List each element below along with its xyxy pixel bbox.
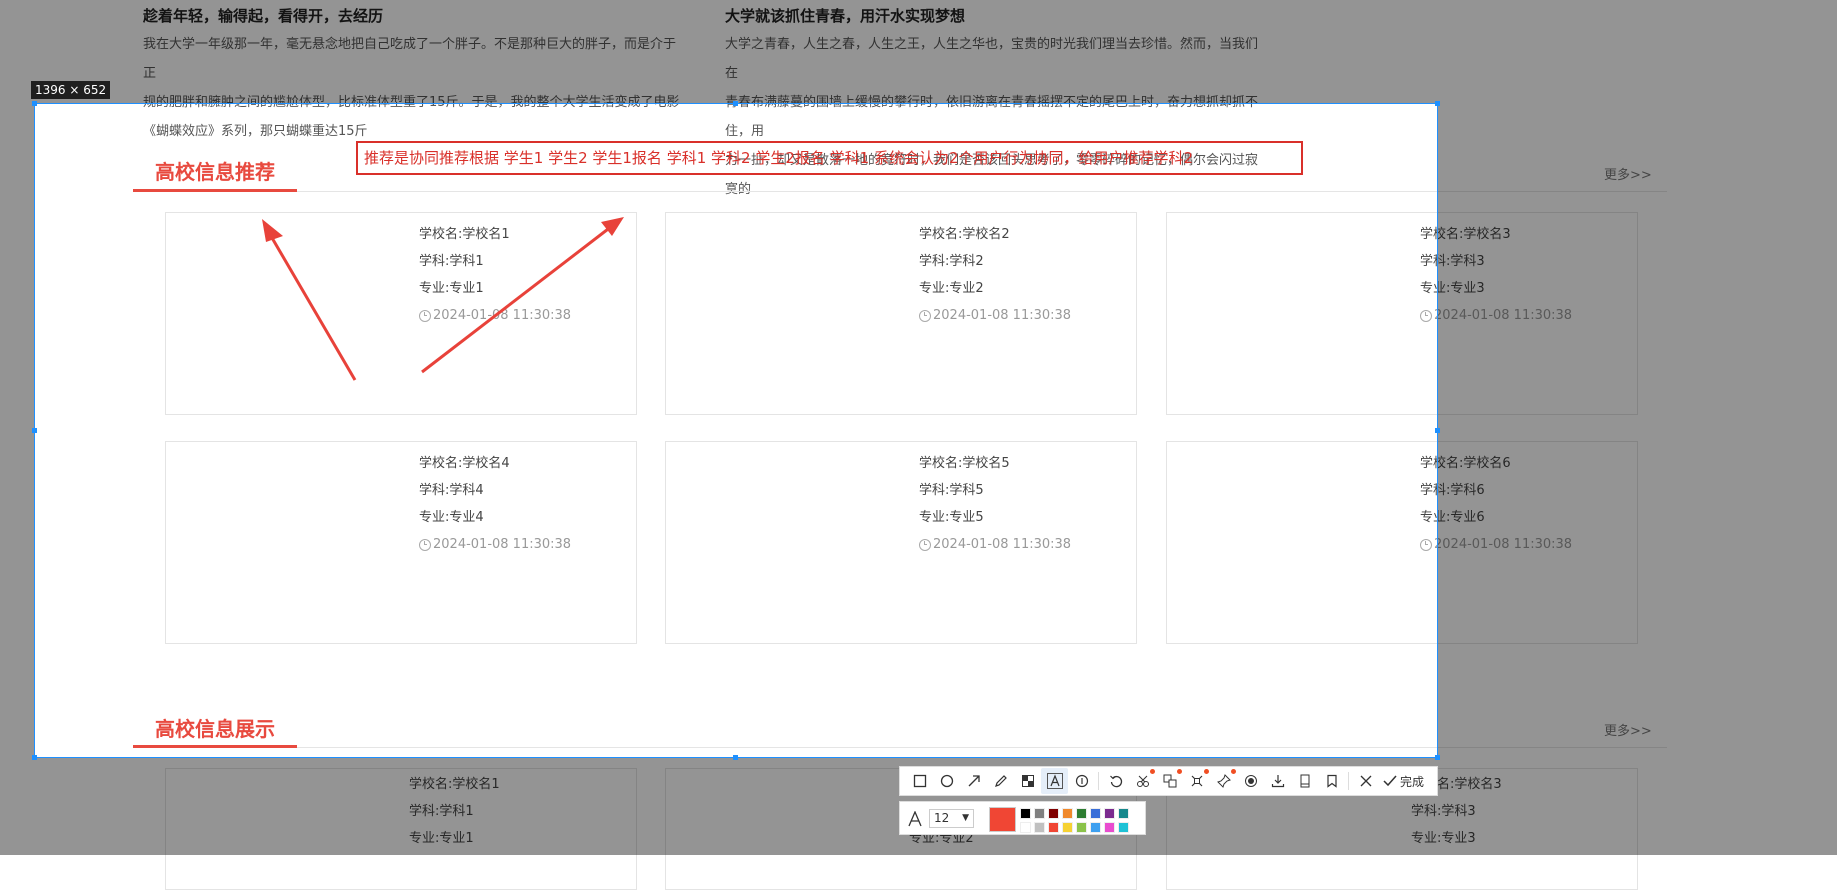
long-screenshot-icon[interactable] xyxy=(1291,768,1318,794)
color-swatch[interactable] xyxy=(1062,822,1073,833)
done-label: 完成 xyxy=(1400,774,1425,789)
arrow-annotation-2[interactable] xyxy=(421,217,624,374)
color-swatch[interactable] xyxy=(1104,808,1115,819)
translate-icon[interactable] xyxy=(1156,768,1183,794)
bookmark-icon[interactable] xyxy=(1318,768,1345,794)
rectangle-icon[interactable] xyxy=(906,768,933,794)
color-swatch[interactable] xyxy=(1090,808,1101,819)
color-swatch[interactable] xyxy=(1034,808,1045,819)
download-icon[interactable] xyxy=(1264,768,1291,794)
arrow-annotation-1[interactable] xyxy=(262,219,357,381)
number-marker-icon[interactable] xyxy=(1068,768,1095,794)
arrow-annotations xyxy=(262,217,624,381)
text-icon[interactable] xyxy=(1041,768,1068,794)
color-swatch[interactable] xyxy=(1034,822,1045,833)
font-size-select[interactable]: 12 ▼ xyxy=(929,809,974,828)
color-swatch[interactable] xyxy=(1118,822,1129,833)
color-swatch[interactable] xyxy=(1090,822,1101,833)
record-icon[interactable] xyxy=(1237,768,1264,794)
mosaic-icon[interactable] xyxy=(1014,768,1041,794)
chevron-down-icon: ▼ xyxy=(962,813,969,823)
color-swatch[interactable] xyxy=(1020,808,1031,819)
ocr-icon[interactable] xyxy=(1129,768,1156,794)
pencil-icon[interactable] xyxy=(987,768,1014,794)
style-palette: 12 ▼ xyxy=(899,801,1146,835)
color-swatch[interactable] xyxy=(1020,822,1031,833)
color-swatch[interactable] xyxy=(1062,808,1073,819)
color-swatch[interactable] xyxy=(1076,808,1087,819)
circle-icon[interactable] xyxy=(933,768,960,794)
toolbar-separator xyxy=(1348,772,1349,790)
undo-icon[interactable] xyxy=(1102,768,1129,794)
toolbar-separator xyxy=(1098,772,1099,790)
close-icon[interactable] xyxy=(1352,768,1379,794)
font-size-value: 12 xyxy=(934,811,950,825)
color-swatch[interactable] xyxy=(1104,822,1115,833)
color-swatch[interactable] xyxy=(1118,808,1129,819)
color-swatch[interactable] xyxy=(1076,822,1087,833)
check-icon xyxy=(1383,775,1397,787)
arrow-icon[interactable] xyxy=(960,768,987,794)
scissors-icon[interactable] xyxy=(1183,768,1210,794)
screenshot-toolbar: 完成 xyxy=(899,766,1438,796)
current-color-swatch[interactable] xyxy=(989,807,1016,832)
pin-icon[interactable] xyxy=(1210,768,1237,794)
color-swatch[interactable] xyxy=(1048,808,1059,819)
font-icon xyxy=(908,811,922,827)
color-swatch[interactable] xyxy=(1048,822,1059,833)
done-button[interactable]: 完成 xyxy=(1383,773,1424,790)
